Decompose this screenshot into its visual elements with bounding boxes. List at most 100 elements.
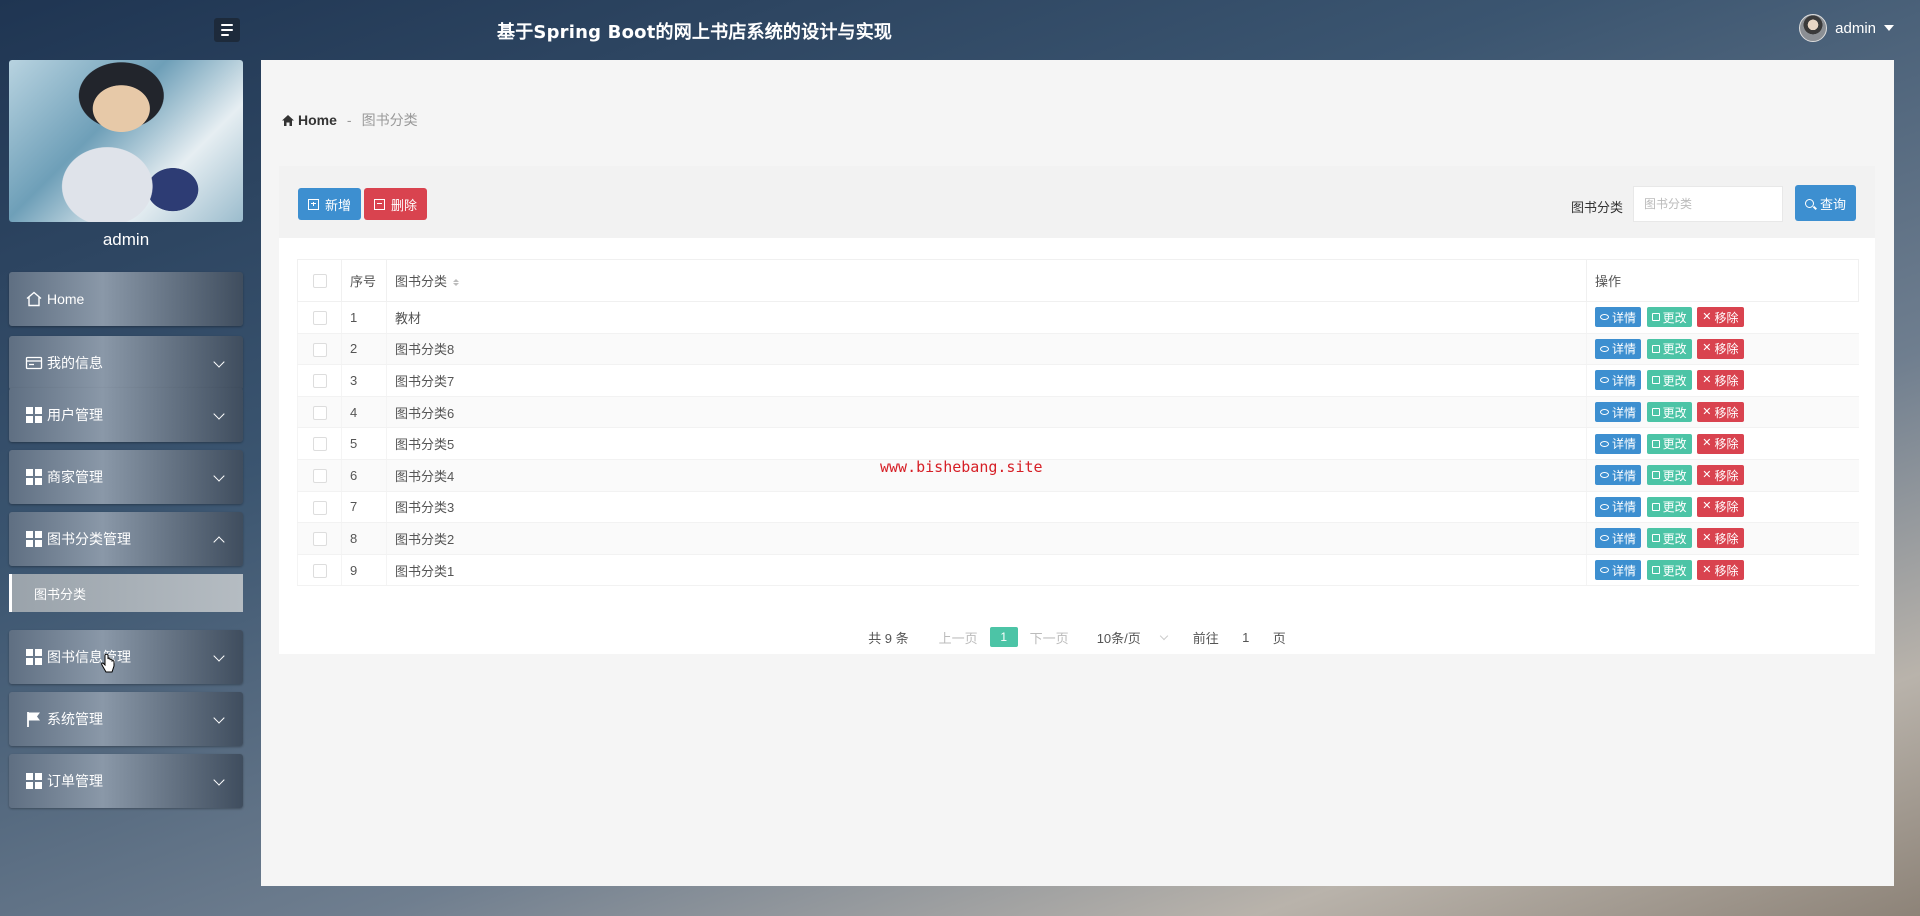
sidebar-item-book-category-mgmt[interactable]: 图书分类管理: [9, 512, 243, 566]
row-category: 图书分类6: [386, 396, 1587, 429]
edit-button[interactable]: 更改: [1646, 338, 1692, 359]
sidebar-item-system-mgmt[interactable]: 系统管理: [9, 692, 243, 746]
detail-button[interactable]: 详情: [1595, 465, 1642, 486]
edit-icon: [1651, 344, 1660, 353]
row-checkbox[interactable]: [312, 532, 327, 547]
sidebar-item-users[interactable]: 用户管理: [9, 388, 243, 442]
remove-button[interactable]: ✕ 移除: [1697, 560, 1744, 581]
search-icon: [1805, 198, 1814, 208]
row-checkbox-cell: [297, 491, 342, 524]
detail-button[interactable]: 详情: [1595, 338, 1642, 359]
detail-label: 详情: [1612, 500, 1637, 515]
breadcrumb-separator: -: [346, 112, 352, 128]
detail-button[interactable]: 详情: [1595, 307, 1642, 328]
edit-button[interactable]: 更改: [1646, 528, 1692, 549]
remove-button[interactable]: ✕ 移除: [1697, 433, 1744, 454]
sidebar-item-home[interactable]: Home: [9, 272, 243, 326]
edit-button[interactable]: 更改: [1646, 307, 1692, 328]
row-checkbox[interactable]: [312, 437, 327, 452]
row-checkbox[interactable]: [312, 500, 327, 515]
edit-button[interactable]: 更改: [1646, 465, 1692, 486]
row-checkbox[interactable]: [312, 563, 327, 578]
eye-icon: [1600, 377, 1609, 384]
edit-button[interactable]: 更改: [1646, 560, 1692, 581]
current-page-button[interactable]: 1: [989, 627, 1018, 647]
edit-button[interactable]: 更改: [1646, 370, 1692, 391]
edit-icon: [1651, 376, 1660, 385]
row-checkbox-cell: [297, 554, 342, 587]
row-actions: 详情 更改 ✕ 移除: [1586, 333, 1859, 366]
remove-button[interactable]: ✕ 移除: [1697, 370, 1744, 391]
edit-label: 更改: [1662, 373, 1687, 388]
menu-toggle-icon[interactable]: [214, 18, 240, 42]
detail-button[interactable]: 详情: [1595, 370, 1642, 391]
detail-button[interactable]: 详情: [1595, 402, 1642, 423]
close-icon: ✕: [1702, 342, 1712, 355]
delete-button[interactable]: 删除: [364, 188, 428, 220]
page-size-select[interactable]: 10条/页: [1097, 628, 1169, 647]
remove-button[interactable]: ✕ 移除: [1697, 307, 1744, 328]
user-name: admin: [1835, 19, 1876, 37]
category-header[interactable]: 图书分类: [386, 259, 1587, 302]
detail-button[interactable]: 详情: [1595, 433, 1642, 454]
remove-button[interactable]: ✕ 移除: [1697, 496, 1744, 517]
next-page-button[interactable]: 下一页: [1030, 628, 1069, 647]
category-table: 序号 图书分类 操作 1 教材 详情 更改 ✕ 移除 2 图书分类8 详情 更改 …: [297, 259, 1859, 587]
edit-button[interactable]: 更改: [1646, 402, 1692, 423]
close-icon: ✕: [1702, 500, 1712, 513]
remove-label: 移除: [1714, 373, 1739, 388]
row-checkbox[interactable]: [312, 342, 327, 357]
grid-icon: [25, 648, 43, 666]
row-checkbox[interactable]: [312, 469, 327, 484]
user-menu[interactable]: admin: [1799, 14, 1894, 42]
edit-icon: [1651, 408, 1660, 417]
sidebar-item-label: 图书分类管理: [47, 531, 131, 547]
row-actions: 详情 更改 ✕ 移除: [1586, 554, 1859, 587]
sidebar-item-my-info[interactable]: 我的信息: [9, 336, 243, 390]
row-checkbox[interactable]: [312, 405, 327, 420]
breadcrumb-home[interactable]: Home: [281, 112, 337, 128]
remove-button[interactable]: ✕ 移除: [1697, 402, 1744, 423]
grid-icon: [25, 406, 43, 424]
add-button[interactable]: 新增: [298, 188, 362, 220]
search-input[interactable]: [1633, 186, 1783, 222]
remove-button[interactable]: ✕ 移除: [1697, 528, 1744, 549]
page-unit-label: 页: [1272, 630, 1286, 646]
detail-button[interactable]: 详情: [1595, 560, 1642, 581]
chevron-down-icon: [213, 712, 225, 724]
sidebar-item-merchants[interactable]: 商家管理: [9, 450, 243, 504]
edit-button[interactable]: 更改: [1646, 496, 1692, 517]
row-checkbox[interactable]: [312, 311, 327, 326]
prev-page-button[interactable]: 上一页: [939, 628, 978, 647]
detail-button[interactable]: 详情: [1595, 528, 1642, 549]
remove-label: 移除: [1714, 405, 1739, 420]
row-checkbox[interactable]: [312, 374, 327, 389]
edit-button[interactable]: 更改: [1646, 433, 1692, 454]
eye-icon: [1600, 314, 1609, 321]
edit-icon: [1651, 313, 1660, 322]
remove-button[interactable]: ✕ 移除: [1697, 338, 1744, 359]
sidebar-item-orders[interactable]: 订单管理: [9, 754, 243, 808]
delete-button-label: 删除: [391, 197, 418, 213]
goto-page-input[interactable]: [1226, 626, 1265, 648]
table-row: 1 教材 详情 更改 ✕ 移除: [297, 301, 1859, 334]
select-all-checkbox[interactable]: [312, 274, 327, 289]
sort-icon[interactable]: [453, 279, 460, 287]
grid-icon: [25, 772, 43, 790]
sidebar-item-label: 订单管理: [47, 773, 103, 789]
detail-label: 详情: [1612, 310, 1637, 325]
edit-icon: [1651, 439, 1660, 448]
search-button[interactable]: 查询: [1795, 185, 1857, 221]
sidebar-item-label: 图书信息管理: [47, 649, 131, 665]
remove-label: 移除: [1714, 437, 1739, 452]
table-row: 2 图书分类8 详情 更改 ✕ 移除: [297, 333, 1859, 366]
edit-icon: [1651, 534, 1660, 543]
row-checkbox-cell: [297, 459, 342, 492]
edit-label: 更改: [1662, 468, 1687, 483]
sidebar-item-book-info-mgmt[interactable]: 图书信息管理: [9, 630, 243, 684]
close-icon: ✕: [1702, 405, 1712, 418]
detail-button[interactable]: 详情: [1595, 496, 1642, 517]
remove-button[interactable]: ✕ 移除: [1697, 465, 1744, 486]
chevron-up-icon: [213, 536, 225, 548]
sidebar-subitem-book-category[interactable]: 图书分类: [9, 574, 243, 612]
